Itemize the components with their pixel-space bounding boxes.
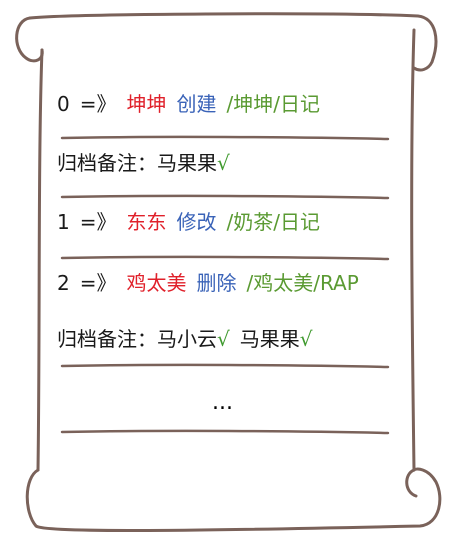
log-arrow: =》 xyxy=(79,210,117,234)
check-mark-icon: √ xyxy=(217,327,230,351)
log-index: 1 xyxy=(57,210,70,234)
archive-note: 归档备注：马果果√ xyxy=(57,153,230,173)
log-index: 0 xyxy=(57,92,70,116)
divider-line xyxy=(60,255,390,261)
divider-line xyxy=(60,429,390,435)
log-path: /鸡太美/RAP xyxy=(246,271,359,295)
log-entry: 1 =》 东东 修改/奶茶/日记 xyxy=(57,212,320,232)
archive-note: 归档备注：马小云√ 马果果√ xyxy=(57,329,313,349)
scroll-top-roll xyxy=(28,12,438,72)
note-name: 马小云 xyxy=(157,327,217,351)
scroll-left-edge xyxy=(36,48,44,472)
check-mark-icon: √ xyxy=(299,327,313,351)
divider-line xyxy=(60,135,390,141)
ellipsis: ... xyxy=(212,390,233,415)
note-name: 马果果 xyxy=(157,151,217,175)
note-name: 马果果 xyxy=(239,327,300,351)
log-path: /坤坤/日记 xyxy=(226,92,320,116)
divider-line xyxy=(60,194,390,200)
log-action: 修改 xyxy=(176,210,217,234)
check-mark-icon: √ xyxy=(217,151,230,175)
scroll-top-left-curl xyxy=(15,16,44,63)
log-action: 删除 xyxy=(196,271,237,295)
log-arrow: =》 xyxy=(79,92,117,116)
divider-line xyxy=(60,363,390,369)
log-user: 坤坤 xyxy=(126,92,167,116)
log-action: 创建 xyxy=(176,92,217,116)
log-arrow: =》 xyxy=(79,271,117,295)
log-path: /奶茶/日记 xyxy=(226,210,320,234)
scroll-right-edge xyxy=(410,28,416,472)
log-entry: 2 =》 鸡太美 删除/鸡太美/RAP xyxy=(57,273,359,293)
scroll-bottom-right-curl xyxy=(405,468,418,498)
scroll-bottom-roll xyxy=(25,467,442,532)
log-user: 东东 xyxy=(126,210,167,234)
log-entry: 0 =》 坤坤 创建/坤坤/日记 xyxy=(57,94,320,114)
log-user: 鸡太美 xyxy=(126,271,187,295)
log-index: 2 xyxy=(57,271,70,295)
note-label: 归档备注： xyxy=(57,151,157,175)
note-label: 归档备注： xyxy=(57,327,157,351)
